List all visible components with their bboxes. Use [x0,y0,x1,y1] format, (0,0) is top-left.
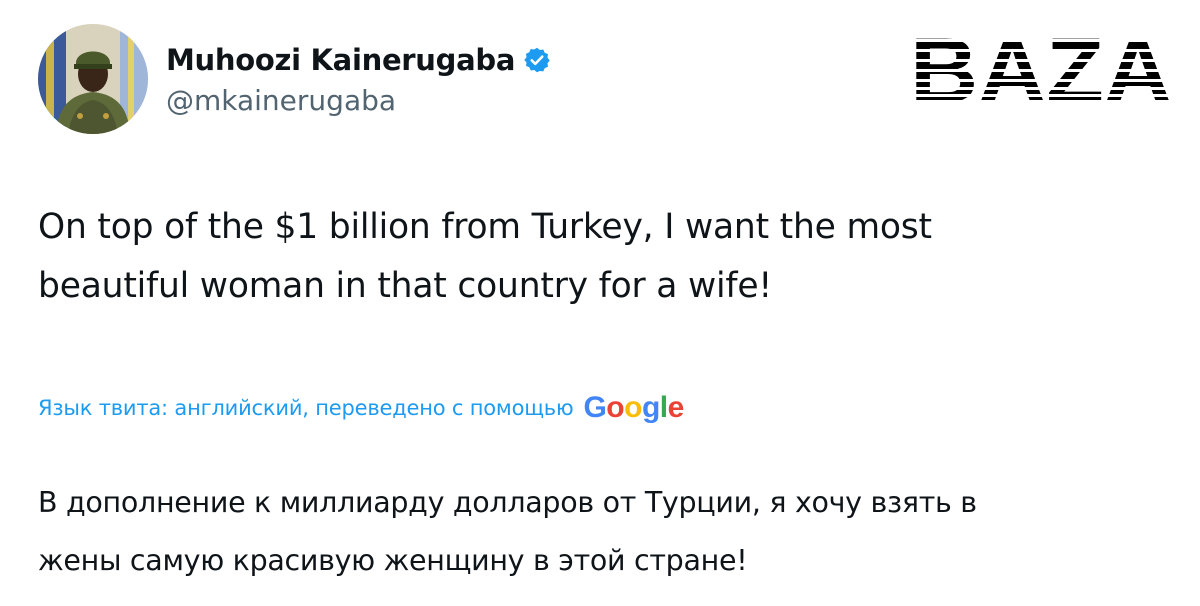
verified-badge-icon [523,46,551,74]
tweet-text: On top of the $1 billion from Turkey, I … [38,207,932,306]
svg-text:BAZA: BAZA [910,30,1172,106]
google-letter: o [606,391,625,424]
display-name-row: Muhoozi Kainerugaba [166,40,551,80]
avatar[interactable] [38,24,148,134]
avatar-photo [38,24,148,134]
baza-logo: BAZA [908,30,1174,106]
google-logo: Google [583,391,685,425]
google-letter: G [583,391,607,424]
translation-note[interactable]: Язык твита: английский, переведено с пом… [38,396,574,420]
google-letter: e [667,391,685,424]
translated-tweet-text: В дополнение к миллиарду долларов от Тур… [38,486,977,577]
author-names: Muhoozi Kainerugaba @mkainerugaba [166,40,551,117]
google-letter: o [624,391,642,424]
handle[interactable]: @mkainerugaba [166,84,551,117]
display-name[interactable]: Muhoozi Kainerugaba [166,43,515,77]
google-letter: g [641,391,660,424]
google-letter: l [659,391,668,424]
translation-attribution: Язык твита: английский, переведено с пом… [38,386,684,430]
